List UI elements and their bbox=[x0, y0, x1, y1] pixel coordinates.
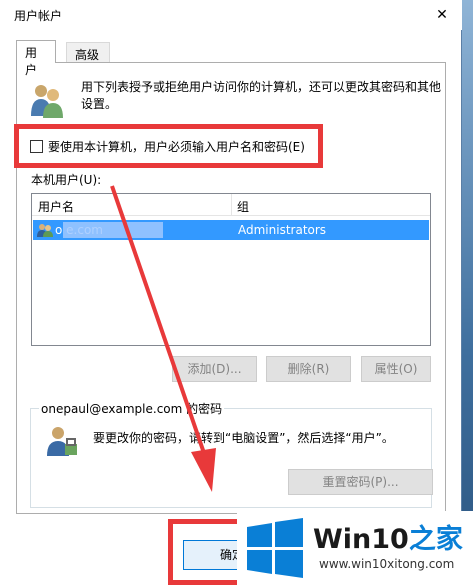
reset-password-button[interactable]: 重置密码(P)... bbox=[288, 469, 433, 495]
watermark-brand-home: 之家 bbox=[408, 524, 463, 555]
local-users-label: 本机用户(U): bbox=[31, 173, 102, 187]
windows-logo-icon bbox=[247, 518, 303, 578]
user-icon bbox=[37, 224, 53, 237]
listview-header: 用户名 组 bbox=[32, 194, 430, 216]
watermark-brand: Win10之家 bbox=[313, 517, 463, 556]
title-bar: 用户帐户 ✕ bbox=[0, 0, 462, 30]
column-username[interactable]: 用户名 bbox=[38, 198, 74, 215]
checkbox-highlight-box bbox=[14, 124, 323, 168]
password-group-legend: onepaul@example.com 的密码 bbox=[39, 400, 225, 417]
watermark-brand-win10: Win10 bbox=[313, 524, 409, 555]
users-icon bbox=[31, 85, 63, 118]
description-text: 用下列表授予或拒绝用户访问你的计算机，还可以更改其密码和其他设置。 bbox=[81, 80, 442, 111]
add-button[interactable]: 添加(D)... bbox=[172, 356, 257, 382]
tab-advanced[interactable]: 高级 bbox=[66, 42, 110, 62]
password-description: 要更改你的密码，请转到“电脑设置”，然后选择“用户”。 bbox=[93, 431, 394, 445]
watermark-url: www.win10xitong.com bbox=[319, 557, 455, 571]
row-group: Administrators bbox=[238, 223, 327, 237]
redaction-blur bbox=[63, 222, 163, 238]
users-listview[interactable]: 用户名 组 o e.com Administrators bbox=[31, 193, 431, 346]
close-button[interactable]: ✕ bbox=[422, 0, 462, 30]
tab-users[interactable]: 用户 bbox=[16, 40, 56, 77]
properties-button[interactable]: 属性(O) bbox=[361, 356, 431, 382]
user-accounts-dialog: 用户帐户 ✕ 用户 高级 用下列表授予或拒绝用户访问你的计算机，还可以更改其密码… bbox=[0, 0, 462, 585]
column-separator[interactable] bbox=[231, 194, 232, 216]
table-row[interactable]: o e.com Administrators bbox=[33, 220, 429, 240]
remove-button[interactable]: 删除(R) bbox=[266, 356, 351, 382]
column-group[interactable]: 组 bbox=[237, 198, 249, 215]
desktop-background bbox=[462, 0, 473, 585]
window-title: 用户帐户 bbox=[14, 9, 63, 23]
user-password-icon bbox=[47, 427, 77, 456]
watermark: Win10之家 www.win10xitong.com bbox=[237, 511, 473, 585]
